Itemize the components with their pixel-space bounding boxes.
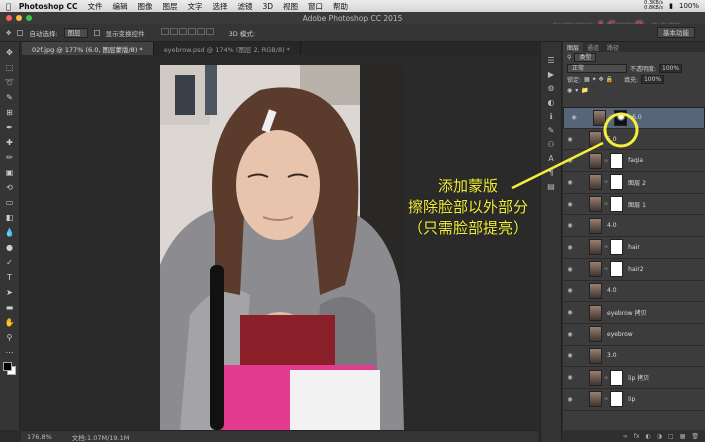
callout-line-2: 擦除脸部以外部分	[408, 198, 529, 216]
callout-line-3: （只需脸部提亮）	[408, 219, 529, 237]
highlight-circle	[603, 112, 639, 148]
annotation-callout: 添加蒙版 擦除脸部以外部分 （只需脸部提亮）	[408, 176, 528, 239]
annotation-overlay	[511, 112, 639, 190]
callout-line-1: 添加蒙版	[438, 177, 499, 195]
foreground-color-swatch[interactable]	[3, 362, 12, 371]
